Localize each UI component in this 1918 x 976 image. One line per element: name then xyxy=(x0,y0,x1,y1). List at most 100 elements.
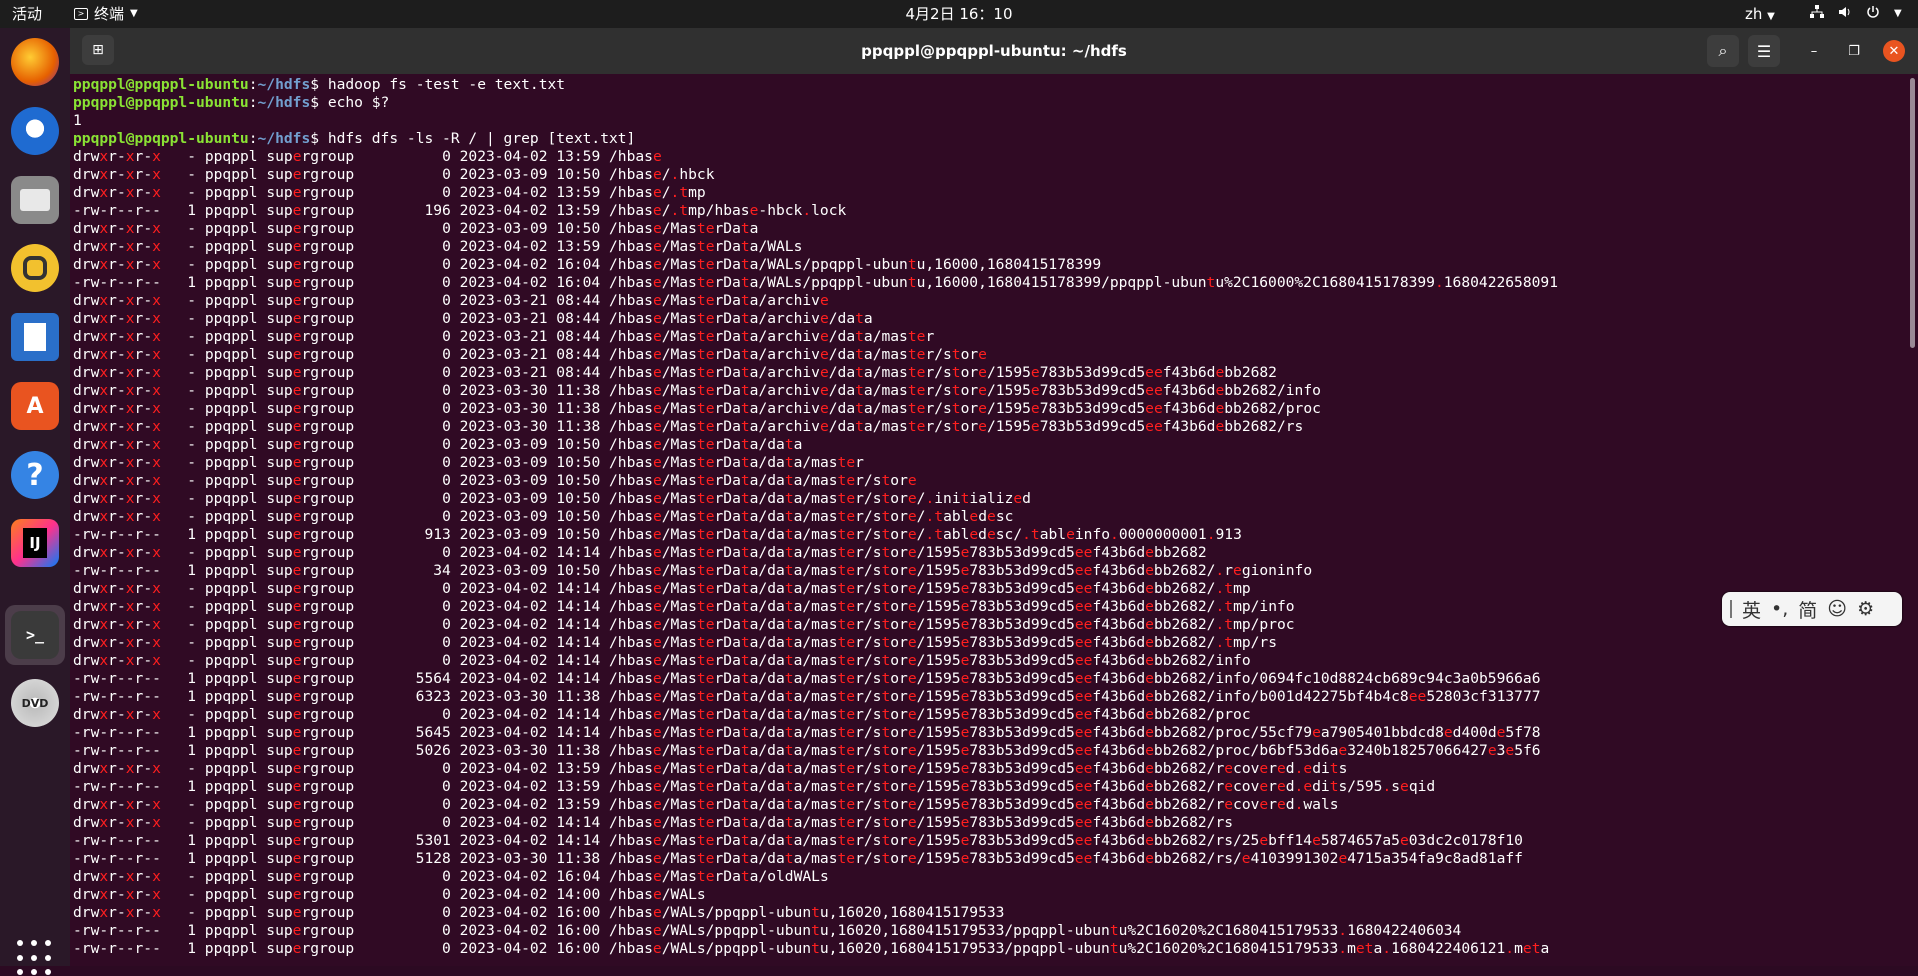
files-icon[interactable] xyxy=(11,176,59,224)
dvd-icon[interactable]: DVD xyxy=(11,679,59,727)
terminal-lines: ppqppl@ppqppl-ubuntu:~/hdfs$ hadoop fs -… xyxy=(73,76,1558,958)
search-button[interactable]: ⌕ xyxy=(1707,35,1739,67)
terminal-output-line: drwxr-xr-x - ppqppl supergroup 0 2023-04… xyxy=(73,868,829,885)
libreoffice-writer-icon[interactable] xyxy=(11,313,59,361)
terminal-output-line: -rw-r--r-- 1 ppqppl supergroup 913 2023-… xyxy=(73,526,1242,543)
scrollbar[interactable] xyxy=(1908,74,1918,966)
terminal-output-line: -rw-r--r-- 1 ppqppl supergroup 0 2023-04… xyxy=(73,274,1558,291)
app-center-glyph: A xyxy=(26,393,44,419)
terminal-output-line: drwxr-xr-x - ppqppl supergroup 0 2023-04… xyxy=(73,652,1251,669)
hamburger-menu-icon: ☰ xyxy=(1756,41,1772,61)
terminal-output-line: drwxr-xr-x - ppqppl supergroup 0 2023-03… xyxy=(73,454,864,471)
intellij-icon[interactable]: IJ xyxy=(11,519,59,567)
dvd-glyph: DVD xyxy=(21,696,49,710)
language-indicator[interactable]: zh ▼ xyxy=(1745,0,1775,28)
terminal-output-line: drwxr-xr-x - ppqppl supergroup 0 2023-04… xyxy=(73,814,1234,831)
terminal-prompt-line: ppqppl@ppqppl-ubuntu:~/hdfs$ hdfs dfs -l… xyxy=(73,130,636,147)
terminal-output-line: -rw-r--r-- 1 ppqppl supergroup 0 2023-04… xyxy=(73,940,1550,957)
app-center-icon[interactable]: A xyxy=(11,382,59,430)
maximize-button[interactable]: ❐ xyxy=(1843,40,1865,62)
ime-drag-handle[interactable] xyxy=(1730,600,1732,618)
terminal-output-line: drwxr-xr-x - ppqppl supergroup 0 2023-03… xyxy=(73,382,1321,399)
terminal-prompt-line: ppqppl@ppqppl-ubuntu:~/hdfs$ echo $? xyxy=(73,94,390,111)
terminal-output-line: drwxr-xr-x - ppqppl supergroup 0 2023-04… xyxy=(73,616,1295,633)
scrollbar-thumb[interactable] xyxy=(1910,78,1915,348)
terminal-output-line: -rw-r--r-- 1 ppqppl supergroup 5128 2023… xyxy=(73,850,1523,867)
terminal-output-line: drwxr-xr-x - ppqppl supergroup 0 2023-03… xyxy=(73,292,829,309)
firefox-icon[interactable] xyxy=(11,38,59,86)
terminal-output-line: -rw-r--r-- 1 ppqppl supergroup 5645 2023… xyxy=(73,724,1541,741)
prompt-path: ~/hdfs xyxy=(257,76,311,93)
terminal-output-line: drwxr-xr-x - ppqppl supergroup 0 2023-03… xyxy=(73,166,715,183)
terminal-output-line: drwxr-xr-x - ppqppl supergroup 0 2023-04… xyxy=(73,904,1005,921)
terminal-output-line: drwxr-xr-x - ppqppl supergroup 0 2023-03… xyxy=(73,400,1321,417)
terminal-output-line: drwxr-xr-x - ppqppl supergroup 0 2023-03… xyxy=(73,418,1304,435)
terminal-output-line: drwxr-xr-x - ppqppl supergroup 0 2023-04… xyxy=(73,580,1251,597)
ime-punctuation-toggle[interactable]: •, xyxy=(1771,598,1788,620)
terminal-output-line: -rw-r--r-- 1 ppqppl supergroup 5301 2023… xyxy=(73,832,1523,849)
show-apps-icon[interactable] xyxy=(17,940,53,976)
terminal-output-line: drwxr-xr-x - ppqppl supergroup 0 2023-03… xyxy=(73,508,1014,525)
settings-icon[interactable]: ⚙ xyxy=(1857,598,1874,620)
terminal-output-line: -rw-r--r-- 1 ppqppl supergroup 5564 2023… xyxy=(73,670,1541,687)
terminal-output-line: drwxr-xr-x - ppqppl supergroup 0 2023-03… xyxy=(73,310,873,327)
terminal-output[interactable]: ppqppl@ppqppl-ubuntu:~/hdfs$ hadoop fs -… xyxy=(70,74,1908,966)
terminal-output-line: drwxr-xr-x - ppqppl supergroup 0 2023-04… xyxy=(73,256,1102,273)
terminal-output-line: drwxr-xr-x - ppqppl supergroup 0 2023-04… xyxy=(73,760,1348,777)
terminal-output-line: drwxr-xr-x - ppqppl supergroup 0 2023-03… xyxy=(73,328,935,345)
terminal-icon[interactable]: >_ xyxy=(11,611,59,659)
network-icon xyxy=(1810,0,1824,28)
prompt-user: ppqppl@ppqppl-ubuntu xyxy=(73,76,249,93)
ime-toolbar: 英 •, 简 ☺ ⚙ xyxy=(1722,592,1902,626)
prompt-command: echo $? xyxy=(327,94,390,111)
emoji-icon[interactable]: ☺ xyxy=(1827,598,1847,620)
terminal-output-line: 1 xyxy=(73,112,82,129)
terminal-output-line: -rw-r--r-- 1 ppqppl supergroup 34 2023-0… xyxy=(73,562,1313,579)
rhythmbox-icon[interactable] xyxy=(11,244,59,292)
minimize-icon: – xyxy=(1810,43,1818,59)
intellij-glyph: IJ xyxy=(23,528,47,558)
terminal-output-line: -rw-r--r-- 1 ppqppl supergroup 0 2023-04… xyxy=(73,778,1436,795)
prompt-path: ~/hdfs xyxy=(257,130,311,147)
help-icon[interactable]: ? xyxy=(11,451,59,499)
language-label: zh xyxy=(1745,5,1763,23)
clock[interactable]: 4月2日 16：10 xyxy=(0,0,1918,28)
terminal-output-line: drwxr-xr-x - ppqppl supergroup 0 2023-04… xyxy=(73,706,1251,723)
volume-icon xyxy=(1838,0,1852,28)
terminal-prompt-line: ppqppl@ppqppl-ubuntu:~/hdfs$ hadoop fs -… xyxy=(73,76,566,93)
terminal-output-line: -rw-r--r-- 1 ppqppl supergroup 5026 2023… xyxy=(73,742,1541,759)
terminal-output-line: drwxr-xr-x - ppqppl supergroup 0 2023-04… xyxy=(73,238,803,255)
ime-mode-toggle[interactable]: 英 xyxy=(1742,596,1761,623)
terminal-output-line: drwxr-xr-x - ppqppl supergroup 0 2023-03… xyxy=(73,436,803,453)
terminal-output-line: -rw-r--r-- 1 ppqppl supergroup 6323 2023… xyxy=(73,688,1541,705)
prompt-user: ppqppl@ppqppl-ubuntu xyxy=(73,130,249,147)
prompt-command: hadoop fs -test -e text.txt xyxy=(327,76,566,93)
thunderbird-icon[interactable] xyxy=(11,107,59,155)
top-bar: 活动 > 终端 ▼ 4月2日 16：10 zh ▼ ▼ xyxy=(0,0,1918,28)
terminal-glyph: >_ xyxy=(25,626,45,644)
terminal-output-line: drwxr-xr-x - ppqppl supergroup 0 2023-04… xyxy=(73,184,706,201)
close-button[interactable]: ✕ xyxy=(1883,40,1905,62)
help-glyph: ? xyxy=(26,457,44,493)
minimize-button[interactable]: – xyxy=(1803,40,1825,62)
dock: A ? IJ >_ DVD xyxy=(0,28,70,976)
terminal-output-line: drwxr-xr-x - ppqppl supergroup 0 2023-03… xyxy=(73,472,917,489)
window-header: ⊞ ppqppl@ppqppl-ubuntu: ~/hdfs ⌕ ☰ – ❐ ✕ xyxy=(70,28,1918,74)
prompt-user: ppqppl@ppqppl-ubuntu xyxy=(73,94,249,111)
power-icon xyxy=(1866,0,1880,28)
search-icon: ⌕ xyxy=(1718,41,1728,60)
terminal-output-line: drwxr-xr-x - ppqppl supergroup 0 2023-04… xyxy=(73,544,1207,561)
menu-button[interactable]: ☰ xyxy=(1748,35,1780,67)
ime-script-toggle[interactable]: 简 xyxy=(1798,596,1817,623)
terminal-output-line: drwxr-xr-x - ppqppl supergroup 0 2023-04… xyxy=(73,148,662,165)
terminal-output-line: drwxr-xr-x - ppqppl supergroup 0 2023-03… xyxy=(73,220,759,237)
maximize-icon: ❐ xyxy=(1848,43,1860,59)
terminal-output-line: drwxr-xr-x - ppqppl supergroup 0 2023-03… xyxy=(73,346,987,363)
system-tray[interactable]: ▼ xyxy=(1810,0,1902,28)
terminal-output-line: drwxr-xr-x - ppqppl supergroup 0 2023-04… xyxy=(73,796,1339,813)
prompt-path: ~/hdfs xyxy=(257,94,311,111)
terminal-output-line: drwxr-xr-x - ppqppl supergroup 0 2023-04… xyxy=(73,634,1277,651)
terminal-output-line: drwxr-xr-x - ppqppl supergroup 0 2023-04… xyxy=(73,886,706,903)
chevron-down-icon: ▼ xyxy=(1894,8,1902,19)
terminal-output-line: drwxr-xr-x - ppqppl supergroup 0 2023-04… xyxy=(73,598,1295,615)
